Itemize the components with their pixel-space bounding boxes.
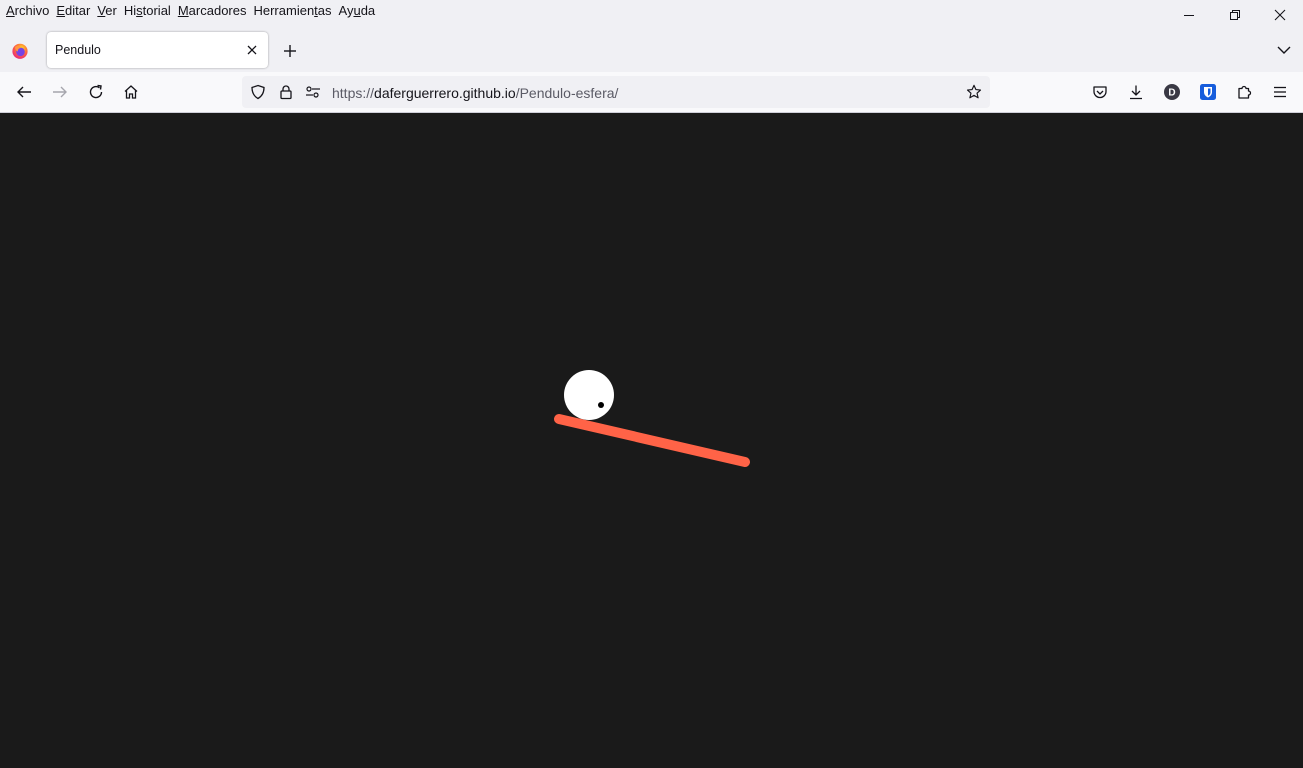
tab-pendulo[interactable]: Pendulo [47, 32, 268, 68]
home-icon [124, 85, 138, 99]
close-icon [1274, 9, 1286, 21]
minimize-icon [1184, 15, 1194, 16]
chevron-down-icon [1277, 46, 1291, 54]
menu-item-6[interactable]: Ayuda [339, 0, 376, 20]
url-host: daferguerrero.github.io [374, 85, 516, 101]
home-button[interactable] [121, 82, 141, 102]
tilted-bar [554, 414, 750, 467]
hamburger-menu-icon [1274, 86, 1286, 98]
url-scheme: https:// [332, 85, 375, 101]
menu-label-post: rchivo [14, 3, 50, 18]
reload-icon [89, 84, 103, 99]
plus-icon [284, 45, 296, 57]
menu-item-5[interactable]: Herramientas [253, 0, 331, 20]
menu-label-post: ditar [65, 3, 91, 18]
menu-label-pre: Ay [338, 3, 354, 18]
menu-accesskey: M [177, 3, 189, 18]
restore-icon [1230, 10, 1240, 20]
menu-items: Archivo Editar Ver Historial Marcadores Herra… [0, 0, 376, 20]
tracking-shield-icon[interactable] [250, 84, 266, 100]
sphere-marker-dot [598, 402, 604, 408]
extensions-button[interactable] [1234, 82, 1254, 102]
menu-item-3[interactable]: Historial [124, 0, 171, 20]
nav-bar: https://daferguerrero.github.io/Pendulo-… [0, 72, 1303, 113]
menu-accesskey: u [353, 3, 361, 18]
downloads-button[interactable] [1126, 82, 1146, 102]
pocket-icon [1093, 86, 1107, 99]
pendulum-canvas [554, 370, 750, 467]
back-button[interactable] [14, 82, 34, 102]
arrow-left-icon [17, 86, 31, 98]
lock-icon[interactable] [278, 84, 294, 100]
menu-item-0[interactable]: Archivo [6, 0, 49, 20]
menu-accesskey: A [6, 3, 15, 18]
firefox-logo-icon[interactable] [11, 42, 29, 60]
reload-button[interactable] [86, 82, 106, 102]
new-tab-button[interactable] [280, 41, 300, 61]
tab-strip: Pendulo [0, 24, 1303, 72]
arrow-right-icon [53, 86, 67, 98]
menu-label-pre: Hi [123, 3, 137, 18]
menu-label-post: da [360, 3, 376, 18]
app-menu-button[interactable] [1270, 82, 1290, 102]
bitwarden-button[interactable] [1198, 82, 1218, 102]
permissions-icon[interactable] [305, 84, 321, 100]
menu-label-post: arcadores [188, 3, 247, 18]
bookmark-star-icon[interactable] [966, 84, 982, 100]
tab-close-button[interactable] [244, 42, 260, 58]
bitwarden-icon [1200, 84, 1216, 100]
forward-button[interactable] [50, 82, 70, 102]
pocket-button[interactable] [1090, 82, 1110, 102]
menu-accesskey: E [56, 3, 66, 18]
menu-item-2[interactable]: Ver [97, 0, 117, 20]
menu-label-pre: Herramien [253, 3, 315, 18]
menu-item-4[interactable]: Marcadores [178, 0, 247, 20]
menu-label-post: as [317, 3, 332, 18]
menu-bar: Archivo Editar Ver Historial Marcadores Herra… [0, 0, 1303, 24]
sphere [564, 370, 614, 420]
url-text[interactable]: https://daferguerrero.github.io/Pendulo-… [332, 85, 618, 101]
list-all-tabs-button[interactable] [1274, 40, 1294, 60]
menu-item-1[interactable]: Editar [56, 0, 90, 20]
account-initial: D [1168, 88, 1175, 99]
account-button[interactable]: D [1162, 82, 1182, 102]
close-icon [247, 45, 257, 55]
account-avatar-icon: D [1164, 84, 1180, 100]
menu-label-post: torial [142, 3, 171, 18]
page-content [0, 113, 1303, 768]
download-icon [1130, 85, 1142, 100]
url-path: /Pendulo-esfera/ [515, 85, 619, 101]
menu-label-post: er [105, 3, 117, 18]
tab-title: Pendulo [55, 43, 101, 57]
url-bar[interactable]: https://daferguerrero.github.io/Pendulo-… [242, 76, 990, 108]
puzzle-icon [1238, 85, 1252, 99]
